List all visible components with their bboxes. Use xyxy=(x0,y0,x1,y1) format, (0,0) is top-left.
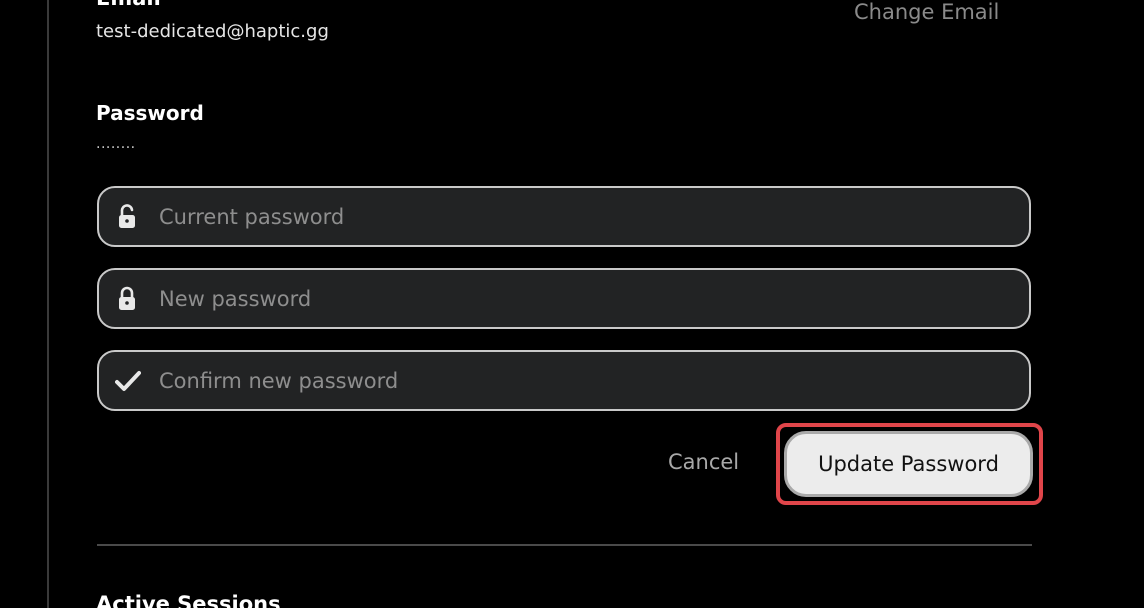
left-divider-line xyxy=(47,0,49,608)
password-heading: Password xyxy=(96,101,204,125)
current-password-field[interactable] xyxy=(97,186,1031,247)
update-password-button[interactable]: Update Password xyxy=(784,431,1033,497)
active-sessions-heading: Active Sessions xyxy=(96,592,281,608)
checkmark-icon xyxy=(115,368,141,394)
email-value: test-dedicated@haptic.gg xyxy=(96,21,329,42)
confirm-password-field[interactable] xyxy=(97,350,1031,411)
new-password-input[interactable] xyxy=(159,270,1009,327)
change-email-link[interactable]: Change Email xyxy=(854,0,999,24)
locked-padlock-icon xyxy=(115,286,141,312)
unlocked-padlock-icon xyxy=(115,203,141,230)
current-password-input[interactable] xyxy=(159,188,1009,245)
cancel-button[interactable]: Cancel xyxy=(668,450,739,474)
email-heading: Email xyxy=(96,0,161,10)
account-settings-page: Email test-dedicated@haptic.gg Change Em… xyxy=(0,0,1144,608)
password-mask: ........ xyxy=(96,136,136,152)
section-divider xyxy=(97,544,1032,546)
new-password-field[interactable] xyxy=(97,268,1031,329)
confirm-password-input[interactable] xyxy=(159,352,1009,409)
